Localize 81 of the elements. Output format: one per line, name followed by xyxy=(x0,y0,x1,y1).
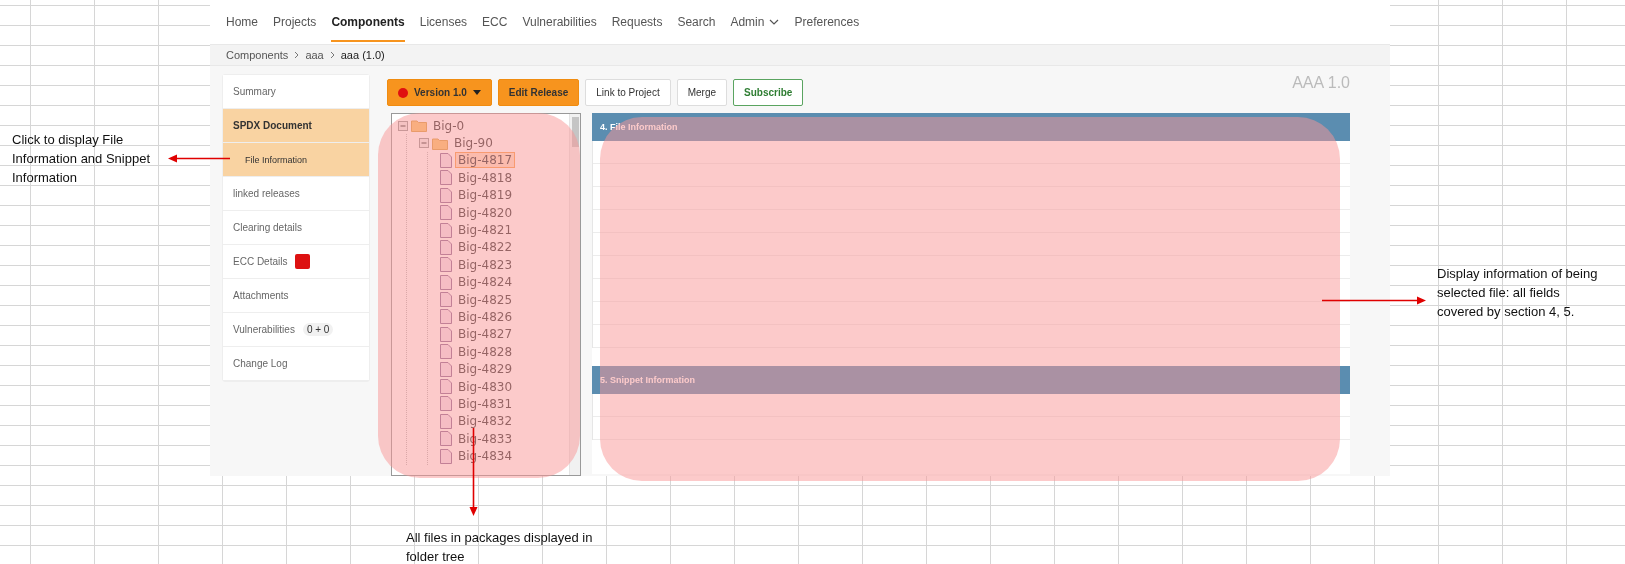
nav-link[interactable]: Components xyxy=(331,2,405,42)
file-icon xyxy=(440,205,452,221)
file-icon xyxy=(440,448,452,464)
tree-item[interactable]: Big-4829 xyxy=(455,361,516,378)
chevron-right-icon xyxy=(294,51,300,59)
chevron-down-icon xyxy=(769,19,780,25)
sidebar-label: Clearing details xyxy=(233,222,302,233)
chevron-right-icon xyxy=(329,51,335,59)
file-icon xyxy=(440,170,452,186)
file-icon xyxy=(440,222,452,238)
sidebar-label: Change Log xyxy=(233,358,288,369)
sidebar-label: SPDX Document xyxy=(233,120,312,131)
nav-link[interactable]: Licenses xyxy=(419,2,468,42)
nav-link[interactable]: Home xyxy=(226,2,258,42)
file-icon xyxy=(440,361,452,377)
section-header: 5. Snippet Information xyxy=(592,366,1350,394)
tree-item[interactable]: Big-4821 xyxy=(455,222,516,239)
sidebar-item[interactable]: Summary xyxy=(223,75,369,109)
file-icon xyxy=(440,396,452,412)
sidebar-item[interactable]: File Information xyxy=(223,143,369,177)
breadcrumb-link[interactable]: aaa xyxy=(305,49,324,61)
action-button[interactable]: Edit Release xyxy=(497,79,580,106)
action-button[interactable]: Subscribe xyxy=(733,79,804,106)
tree-item[interactable]: Big-4824 xyxy=(455,274,516,291)
tree-item[interactable]: Big-90 xyxy=(451,135,496,152)
scrollbar[interactable] xyxy=(569,114,580,475)
tree-item[interactable]: Big-4823 xyxy=(455,256,516,273)
file-icon xyxy=(440,274,452,290)
file-icon xyxy=(440,292,452,308)
minus-icon[interactable] xyxy=(398,120,408,131)
release-title: AAA 1.0 xyxy=(1292,74,1350,92)
folder-icon xyxy=(411,119,427,133)
tree-item[interactable]: Big-0 xyxy=(430,117,468,134)
status-dot-icon xyxy=(398,87,408,98)
version-dropdown[interactable]: Version 1.0 xyxy=(387,79,492,106)
action-button[interactable]: Link to Project xyxy=(585,79,671,106)
file-icon xyxy=(440,239,452,255)
sidebar-label: Attachments xyxy=(233,290,289,301)
annotation-text: All files in packages displayed in folder tree xyxy=(406,529,594,564)
nav-link[interactable]: Admin xyxy=(730,2,780,42)
tree-item[interactable]: Big-4830 xyxy=(455,378,516,395)
minus-icon[interactable] xyxy=(419,138,429,149)
caret-icon xyxy=(472,90,481,95)
sidebar-item[interactable]: SPDX Document xyxy=(223,109,369,143)
file-icon xyxy=(440,187,452,203)
tree-item[interactable]: Big-4827 xyxy=(455,326,516,343)
sidebar-label: Vulnerabilities xyxy=(233,324,295,335)
annotation-text: Click to display File Information and Snippet Information xyxy=(12,131,152,187)
nav-link[interactable]: Projects xyxy=(273,2,317,42)
nav-link[interactable]: ECC xyxy=(482,2,508,42)
tree-item[interactable]: Big-4825 xyxy=(455,291,516,308)
tree-item[interactable]: Big-4832 xyxy=(455,413,516,430)
folder-icon xyxy=(432,136,448,150)
sidebar-label: Summary xyxy=(233,86,276,97)
tree-item[interactable]: Big-4818 xyxy=(455,169,516,186)
tree-item[interactable]: Big-4831 xyxy=(455,395,516,412)
nav-link[interactable]: Preferences xyxy=(794,2,860,42)
tree-item[interactable]: Big-4819 xyxy=(455,187,516,204)
arrow xyxy=(168,154,230,163)
file-icon xyxy=(440,379,452,395)
file-icon xyxy=(440,152,452,168)
sidebar-label: ECC Details xyxy=(233,256,288,267)
file-icon xyxy=(440,309,452,325)
file-icon xyxy=(440,344,452,360)
file-icon xyxy=(440,413,452,429)
sidebar-label: linked releases xyxy=(233,188,300,199)
tree-item[interactable]: Big-4822 xyxy=(455,239,516,256)
file-icon xyxy=(440,431,452,447)
action-button[interactable]: Merge xyxy=(676,79,728,106)
count-badge: 0 + 0 xyxy=(302,323,334,336)
nav-link[interactable]: Search xyxy=(677,2,716,42)
breadcrumb-link[interactable]: Components xyxy=(226,49,289,61)
file-icon xyxy=(440,257,452,273)
nav-link[interactable]: Vulnerabilities xyxy=(522,2,597,42)
nav-link[interactable]: Requests xyxy=(611,2,663,42)
tree-item[interactable]: Big-4826 xyxy=(455,309,516,325)
file-icon xyxy=(440,326,452,342)
tree-item[interactable]: Big-4828 xyxy=(455,343,516,360)
annotation-text: Display information of being selected file: all fields covered by section 4, 5. xyxy=(1437,265,1599,321)
breadcrumb-link[interactable]: aaa (1.0) xyxy=(340,49,385,61)
tree-item[interactable]: Big-4820 xyxy=(455,204,516,221)
